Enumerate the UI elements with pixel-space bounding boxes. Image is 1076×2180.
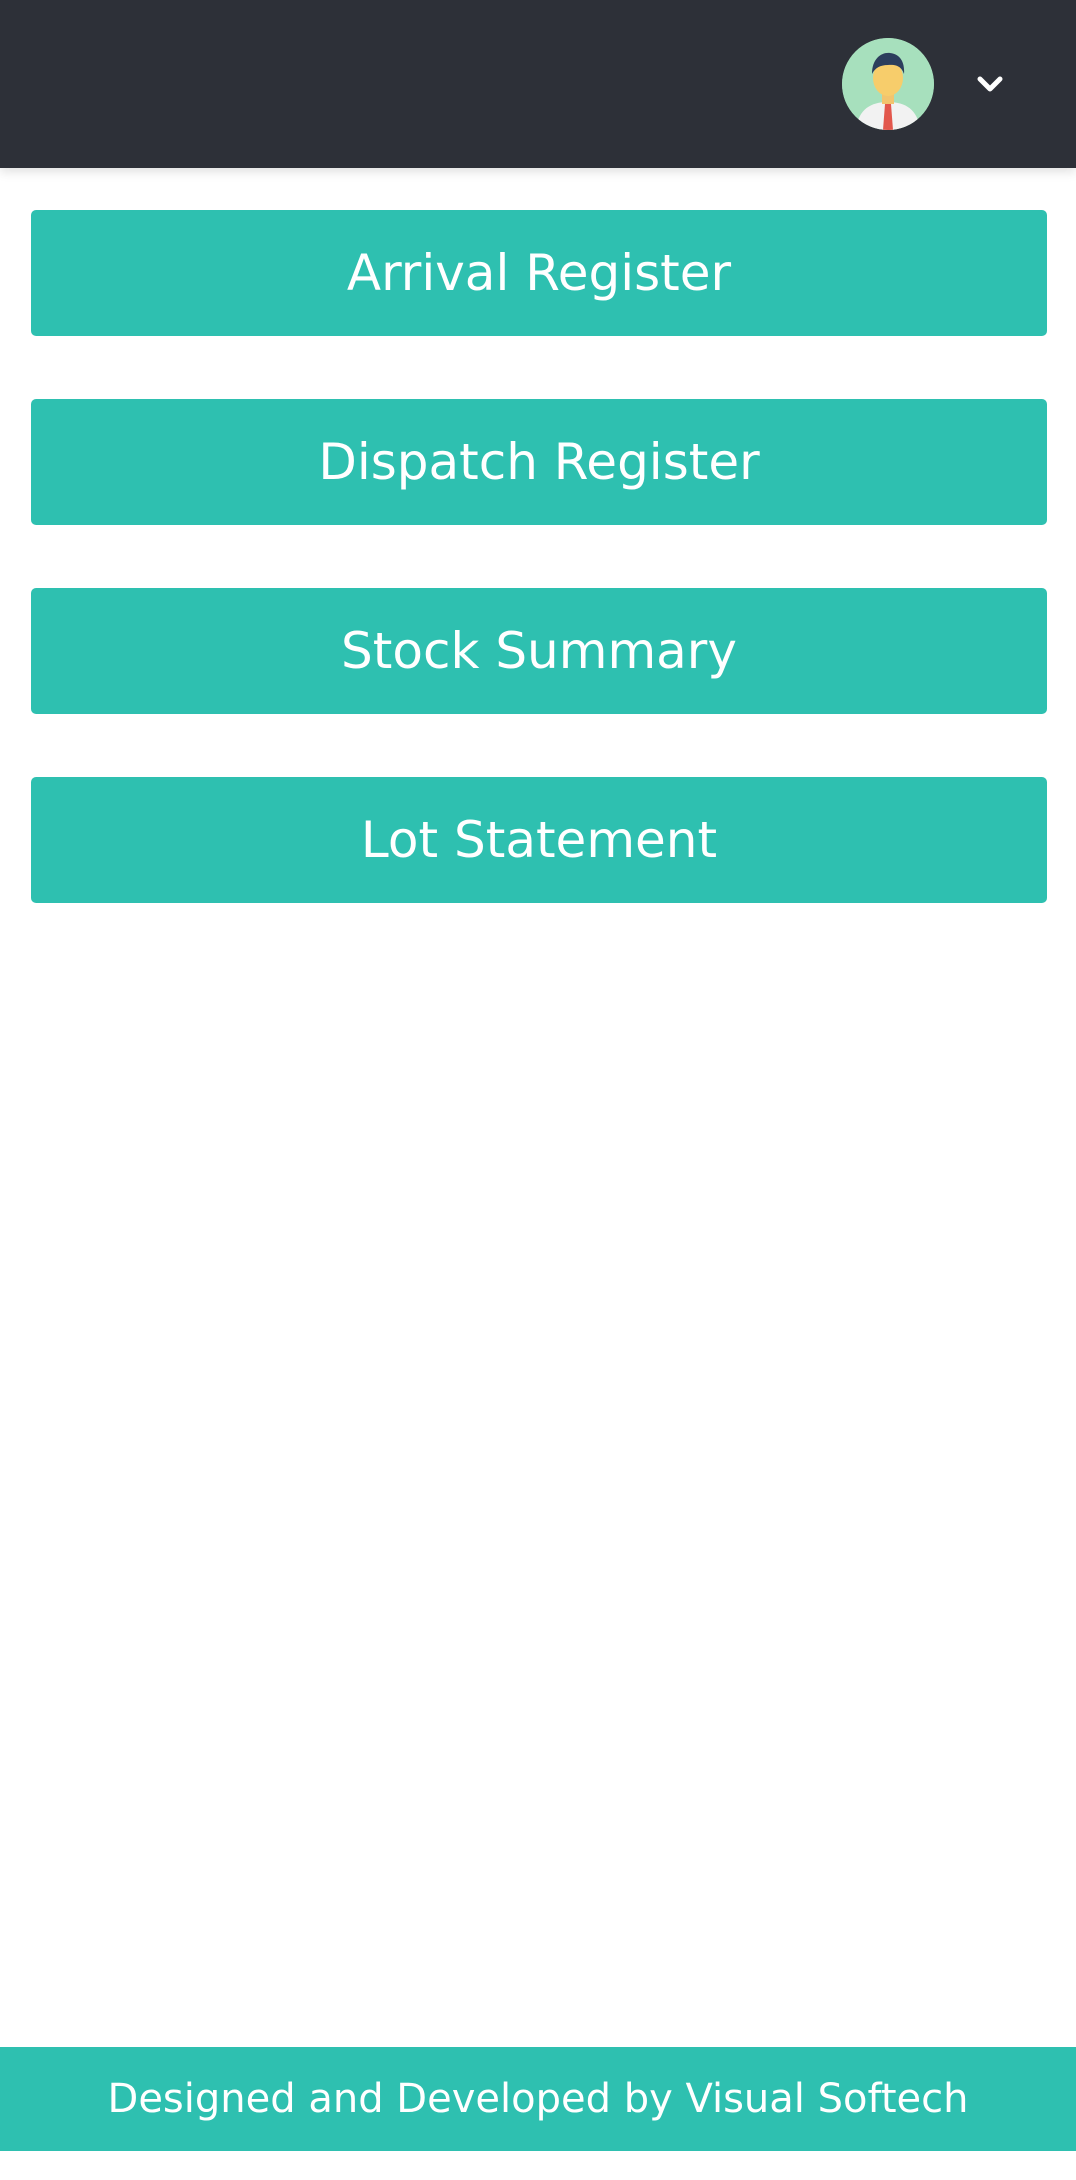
user-avatar-icon[interactable] (842, 38, 934, 130)
top-navbar (0, 0, 1076, 168)
footer: Designed and Developed by Visual Softech (0, 2047, 1076, 2151)
page: Arrival Register Dispatch Register Stock… (0, 0, 1076, 2180)
arrival-register-button[interactable]: Arrival Register (31, 210, 1047, 336)
stock-summary-button[interactable]: Stock Summary (31, 588, 1047, 714)
footer-credit-text: Designed and Developed by Visual Softech (107, 2076, 969, 2122)
chevron-down-icon[interactable] (970, 64, 1010, 104)
lot-statement-button[interactable]: Lot Statement (31, 777, 1047, 903)
dispatch-register-button[interactable]: Dispatch Register (31, 399, 1047, 525)
menu-list: Arrival Register Dispatch Register Stock… (31, 210, 1047, 966)
